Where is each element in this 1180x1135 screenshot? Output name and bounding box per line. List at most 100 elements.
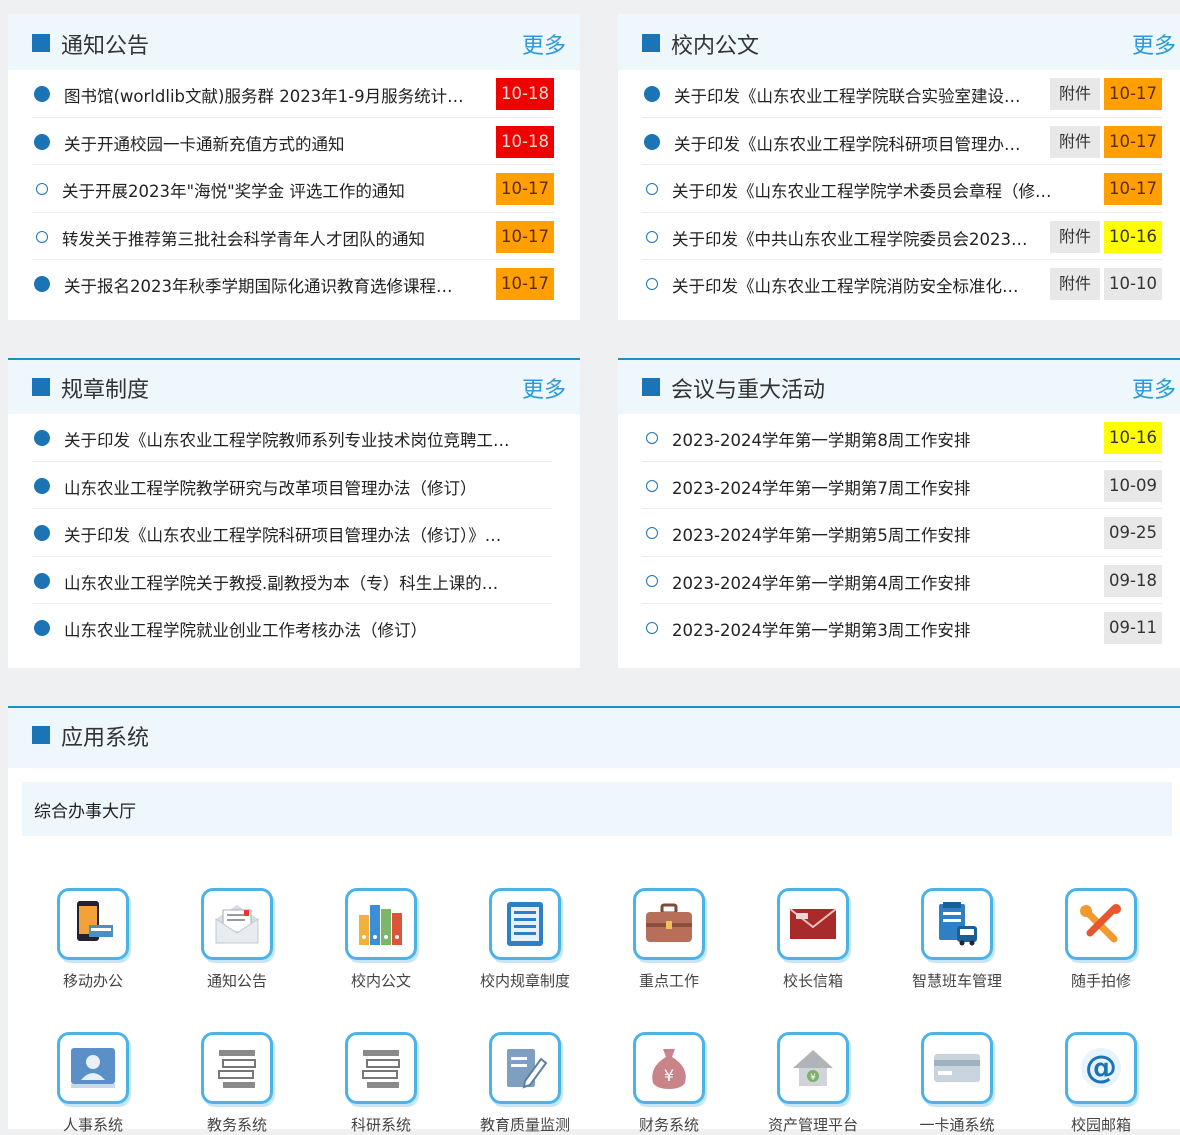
bullet-dot-icon <box>644 86 660 102</box>
list-item[interactable]: 2023-2024学年第一学期第8周工作安排 10-16 <box>642 414 1162 462</box>
bullet-ring-icon <box>646 183 658 195</box>
list-item[interactable]: 转发关于推荐第三批社会科学青年人才团队的通知 10-17 <box>32 213 554 260</box>
app-quick-repair[interactable]: 随手拍修 <box>1036 888 1166 991</box>
regulation-title-1[interactable]: 关于印发《山东农业工程学院教师系列专业技术岗位竞聘工… <box>64 427 550 451</box>
document-title-2[interactable]: 关于印发《山东农业工程学院科研项目管理办… <box>674 131 1050 155</box>
documents-more-link[interactable]: 更多 <box>1132 28 1176 60</box>
list-item[interactable]: 山东农业工程学院关于教授.副教授为本（专）科生上课的… <box>32 557 552 604</box>
document-title-4[interactable]: 关于印发《中共山东农业工程学院委员会2023… <box>672 226 1050 250</box>
app-hr-system[interactable]: 人事系统 <box>28 1032 158 1135</box>
meeting-title-3[interactable]: 2023-2024学年第一学期第5周工作安排 <box>672 522 1092 546</box>
app-academic-system[interactable]: 教务系统 <box>172 1032 302 1135</box>
meetings-panel: 会议与重大活动 更多 2023-2024学年第一学期第8周工作安排 10-16 2… <box>618 358 1180 668</box>
app-label: 财务系统 <box>638 1116 699 1134</box>
meeting-title-4[interactable]: 2023-2024学年第一学期第4周工作安排 <box>672 570 1092 594</box>
app-label: 一卡通系统 <box>919 1116 995 1134</box>
date-badge: 10-18 <box>496 125 554 158</box>
date-badge: 09-18 <box>1104 564 1162 597</box>
notice-title-2[interactable]: 关于开通校园一卡通新充值方式的通知 <box>64 131 474 155</box>
date-badge: 10-10 <box>1104 268 1162 300</box>
date-badge: 09-11 <box>1104 612 1162 644</box>
app-label: 校内公文 <box>350 972 411 990</box>
document-pen-icon <box>489 1032 561 1104</box>
apps-panel: 应用系统 综合办事大厅 移动办公 通知公告 校内公文 校内规章制度 重点工作 校… <box>8 706 1180 1134</box>
app-finance-system[interactable]: ¥ 财务系统 <box>604 1032 734 1135</box>
regulation-title-5[interactable]: 山东农业工程学院就业创业工作考核办法（修订） <box>64 617 550 641</box>
documents-panel-header: 校内公文 更多 <box>618 14 1180 70</box>
list-item[interactable]: 关于印发《山东农业工程学院教师系列专业技术岗位竞聘工… <box>32 414 552 462</box>
person-card-icon <box>57 1032 129 1104</box>
notice-title-1[interactable]: 图书馆(worldlib文献)服务群 2023年1-9月服务统计… <box>64 83 474 107</box>
section-marker-icon <box>642 378 660 396</box>
bullet-ring-icon <box>646 622 658 634</box>
bullet-dot-icon <box>34 620 50 636</box>
regulations-list: 关于印发《山东农业工程学院教师系列专业技术岗位竞聘工… 山东农业工程学院教学研究… <box>8 414 580 652</box>
bullet-ring-icon <box>36 230 48 243</box>
app-campus-card[interactable]: 一卡通系统 <box>892 1032 1022 1135</box>
meetings-list: 2023-2024学年第一学期第8周工作安排 10-16 2023-2024学年第… <box>618 414 1180 652</box>
meetings-more-link[interactable]: 更多 <box>1132 372 1176 404</box>
list-item[interactable]: 2023-2024学年第一学期第5周工作安排 09-25 <box>642 509 1162 557</box>
app-asset-platform[interactable]: ¥ 资产管理平台 <box>748 1032 878 1135</box>
list-item[interactable]: 关于印发《山东农业工程学院消防安全标准化… 附件 10-10 <box>642 260 1162 308</box>
notice-title-4[interactable]: 转发关于推荐第三批社会科学青年人才团队的通知 <box>62 226 472 250</box>
meeting-title-2[interactable]: 2023-2024学年第一学期第7周工作安排 <box>672 475 1092 499</box>
attachment-badge[interactable]: 附件 <box>1050 220 1100 253</box>
bullet-ring-icon <box>646 479 658 492</box>
at-sign-icon: @ <box>1065 1032 1137 1104</box>
list-item[interactable]: 图书馆(worldlib文献)服务群 2023年1-9月服务统计… 10-18 <box>32 70 554 118</box>
list-item[interactable]: 关于报名2023年秋季学期国际化通识教育选修课程… 10-17 <box>32 260 554 308</box>
documents-panel: 校内公文 更多 关于印发《山东农业工程学院联合实验室建设… 附件 10-17 关于印… <box>618 14 1180 320</box>
list-item[interactable]: 关于开通校园一卡通新充值方式的通知 10-18 <box>32 118 554 165</box>
regulations-more-link[interactable]: 更多 <box>522 372 566 404</box>
notice-more-link[interactable]: 更多 <box>522 28 566 60</box>
meeting-title-5[interactable]: 2023-2024学年第一学期第3周工作安排 <box>672 617 1092 641</box>
attachment-badge[interactable]: 附件 <box>1050 268 1100 300</box>
app-shuttle-bus[interactable]: 智慧班车管理 <box>892 888 1022 991</box>
list-item[interactable]: 关于印发《中共山东农业工程学院委员会2023… 附件 10-16 <box>642 213 1162 260</box>
list-item[interactable]: 关于印发《山东农业工程学院科研项目管理办… 附件 10-17 <box>642 118 1162 165</box>
attachment-badge[interactable]: 附件 <box>1050 125 1100 158</box>
notice-panel-header: 通知公告 更多 <box>8 14 580 70</box>
app-campus-mail[interactable]: @ 校园邮箱 <box>1036 1032 1166 1135</box>
regulation-title-4[interactable]: 山东农业工程学院关于教授.副教授为本（专）科生上课的… <box>64 570 550 594</box>
app-documents[interactable]: 校内公文 <box>316 888 446 991</box>
app-notices[interactable]: 通知公告 <box>172 888 302 991</box>
documents-panel-title: 校内公文 <box>671 34 760 59</box>
date-badge: 10-17 <box>1104 173 1162 205</box>
document-title-1[interactable]: 关于印发《山东农业工程学院联合实验室建设… <box>674 83 1050 107</box>
attachment-badge[interactable]: 附件 <box>1050 78 1100 110</box>
document-title-3[interactable]: 关于印发《山东农业工程学院学术委员会章程（修… <box>672 178 1092 202</box>
regulation-title-2[interactable]: 山东农业工程学院教学研究与改革项目管理办法（修订） <box>64 475 550 499</box>
app-president-mailbox[interactable]: 校长信箱 <box>748 888 878 991</box>
app-regulations[interactable]: 校内规章制度 <box>460 888 590 991</box>
regulation-title-3[interactable]: 关于印发《山东农业工程学院科研项目管理办法（修订）》… <box>64 522 550 546</box>
list-item[interactable]: 2023-2024学年第一学期第7周工作安排 10-09 <box>642 462 1162 509</box>
list-item[interactable]: 关于印发《山东农业工程学院科研项目管理办法（修订）》… <box>32 509 552 557</box>
list-item[interactable]: 关于开展2023年"海悦"奖学金 评选工作的通知 10-17 <box>32 165 554 213</box>
list-item[interactable]: 山东农业工程学院教学研究与改革项目管理办法（修订） <box>32 462 552 509</box>
notice-title-5[interactable]: 关于报名2023年秋季学期国际化通识教育选修课程… <box>64 273 474 297</box>
meeting-title-1[interactable]: 2023-2024学年第一学期第8周工作安排 <box>672 427 1092 451</box>
app-quality-monitoring[interactable]: 教育质量监测 <box>460 1032 590 1135</box>
bullet-ring-icon <box>646 432 658 444</box>
app-key-work[interactable]: 重点工作 <box>604 888 734 991</box>
list-item[interactable]: 2023-2024学年第一学期第4周工作安排 09-18 <box>642 557 1162 604</box>
date-badge: 10-17 <box>496 173 554 205</box>
date-badge: 10-17 <box>1104 125 1162 158</box>
app-mobile-office[interactable]: 移动办公 <box>28 888 158 991</box>
app-research-system[interactable]: 科研系统 <box>316 1032 446 1135</box>
document-title-5[interactable]: 关于印发《山东农业工程学院消防安全标准化… <box>672 273 1050 297</box>
list-item[interactable]: 关于印发《山东农业工程学院学术委员会章程（修… 10-17 <box>642 165 1162 213</box>
books-stack-icon <box>201 1032 273 1104</box>
apps-panel-header: 应用系统 <box>8 706 1180 768</box>
notice-title-3[interactable]: 关于开展2023年"海悦"奖学金 评选工作的通知 <box>62 178 472 202</box>
mobile-phone-icon <box>57 888 129 960</box>
bullet-ring-icon <box>646 230 658 243</box>
list-item[interactable]: 山东农业工程学院就业创业工作考核办法（修订） <box>32 604 552 652</box>
service-hall-bar[interactable]: 综合办事大厅 <box>22 782 1172 836</box>
list-item[interactable]: 关于印发《山东农业工程学院联合实验室建设… 附件 10-17 <box>642 70 1162 118</box>
bullet-dot-icon <box>644 133 660 150</box>
list-item[interactable]: 2023-2024学年第一学期第3周工作安排 09-11 <box>642 604 1162 652</box>
app-label: 校长信箱 <box>782 972 843 990</box>
